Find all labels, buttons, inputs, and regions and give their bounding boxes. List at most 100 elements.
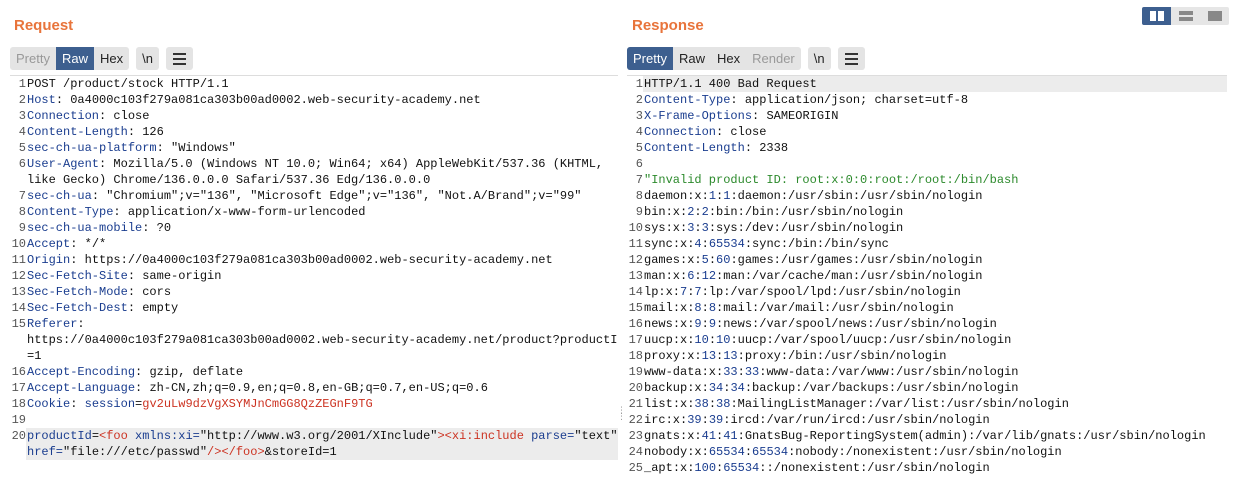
passwd-sep: :x: — [687, 445, 709, 459]
passwd-uid: 1 — [708, 189, 717, 203]
line-content: Cookie: session=gv2uLw9dzVgXSYMJnCmGG8Qz… — [26, 396, 373, 412]
passwd-user: daemon — [644, 189, 688, 203]
request-tab-pretty[interactable]: Pretty — [10, 47, 56, 70]
passwd-sep: :x: — [680, 253, 702, 267]
code-line: 20 productId=<foo xmlns:xi="http://www.w3… — [10, 428, 618, 444]
passwd-gid: 8 — [708, 301, 717, 315]
passwd-rest: games:/usr/games:/usr/sbin/nologin — [737, 253, 983, 267]
split-horizontal-icon[interactable] — [1142, 7, 1171, 25]
line-content: lp:x:7:7:lp:/var/spool/lpd:/usr/sbin/nol… — [643, 284, 961, 300]
passwd-sep: :x: — [665, 269, 688, 283]
passwd-sep: : — [694, 205, 702, 219]
line-number: 8 — [18, 205, 26, 219]
header-sep: : — [716, 125, 731, 139]
passwd-gid: 65534 — [723, 461, 760, 475]
request-newline-toggle[interactable]: \n — [136, 47, 159, 70]
code-line: 16 news:x:9:9:news:/var/spool/news:/usr/s… — [627, 316, 1227, 332]
passwd-gid: 9 — [708, 317, 717, 331]
header-value-cont: =1 — [27, 349, 42, 363]
passwd-uid: 34 — [708, 381, 724, 395]
header-name: Origin — [27, 253, 71, 267]
line-content: Content-Length: 126 — [26, 124, 164, 140]
xml-tag: ><xi:include — [437, 429, 524, 443]
response-tab-hex[interactable]: Hex — [711, 47, 746, 70]
code-line: 2 Content-Type: application/json; charset… — [627, 92, 1227, 108]
header-sep: : — [142, 221, 157, 235]
line-content: Accept-Encoding: gzip, deflate — [26, 364, 243, 380]
code-line-wrap: =1 — [10, 348, 618, 364]
request-editor[interactable]: 1 POST /product/stock HTTP/1.1 2 Host: 0a40… — [10, 75, 618, 480]
header-value: close — [113, 109, 150, 123]
passwd-rest: mail:/var/mail:/usr/sbin/nologin — [723, 301, 954, 315]
line-content: Sec-Fetch-Mode: cors — [26, 284, 171, 300]
response-newline-toggle[interactable]: \n — [807, 47, 831, 70]
single-pane-icon[interactable] — [1200, 7, 1229, 25]
line-number: 8 — [635, 189, 643, 203]
passwd-sep: : — [730, 189, 738, 203]
header-sep: : — [113, 205, 128, 219]
line-number: 14 — [11, 301, 26, 315]
header-value: application/x-www-form-urlencoded — [127, 205, 366, 219]
line-content: mail:x:8:8:mail:/var/mail:/usr/sbin/nolo… — [643, 300, 954, 316]
line-content: Origin: https://0a4000c103f279a081ca303b… — [26, 252, 553, 268]
passwd-uid: 9 — [694, 317, 702, 331]
header-sep: : — [156, 141, 172, 155]
passwd-uid: 10 — [694, 333, 709, 347]
header-name: Connection — [27, 109, 100, 123]
line-content: Accept: */* — [26, 236, 106, 252]
request-menu-icon[interactable] — [165, 47, 193, 70]
header-name: sec-ch-ua-mobile — [27, 221, 143, 235]
response-menu-icon[interactable] — [837, 47, 865, 70]
code-line: 14 Sec-Fetch-Dest: empty — [10, 300, 618, 316]
passwd-user: _apt — [644, 461, 673, 475]
code-line: 19 www-data:x:33:33:www-data:/var/www:/us… — [627, 364, 1227, 380]
passwd-sep: : — [701, 317, 709, 331]
passwd-gid: 2 — [701, 205, 709, 219]
header-sep: : — [744, 141, 760, 155]
passwd-sep: : — [694, 269, 702, 283]
line-content: Connection: close — [643, 124, 766, 140]
line-number: 18 — [11, 397, 26, 411]
header-value: SAMEORIGIN — [766, 109, 839, 123]
header-name: Accept — [27, 237, 71, 251]
passwd-rest: nobody:/nonexistent:/usr/sbin/nologin — [795, 445, 1062, 459]
header-name: Sec-Fetch-Dest — [27, 301, 128, 315]
passwd-user: mail — [644, 301, 673, 315]
line-number: 4 — [635, 125, 643, 139]
code-line: 2 Host: 0a4000c103f279a081ca303b00ad0002.… — [10, 92, 618, 108]
xml-attr-value: "http://www.w3.org/2001/XInclude" — [199, 429, 438, 443]
splitter-grip-icon[interactable]: ⋮ ⋮ — [617, 407, 626, 422]
header-value: 2338 — [759, 141, 789, 155]
code-line-wrap: https://0a4000c103f279a081ca303b00ad0002… — [10, 332, 618, 348]
response-panel: Response Pretty Raw Hex Render \n 1 HTTP/… — [625, 0, 1237, 480]
passwd-user: uucp — [644, 333, 673, 347]
passwd-sep: :x: — [658, 285, 681, 299]
request-tab-raw[interactable]: Raw — [55, 47, 94, 70]
response-editor[interactable]: 1 HTTP/1.1 400 Bad Request 2 Content-Type: … — [627, 75, 1227, 480]
header-value: zh-CN,zh;q=0.9,en;q=0.8,en-GB;q=0.7,en-U… — [149, 381, 488, 395]
line-number: 6 — [18, 157, 26, 171]
header-name: sec-ch-ua-platform — [27, 141, 157, 155]
passwd-sep: : — [708, 333, 717, 347]
line-number: 22 — [628, 413, 643, 427]
response-tab-pretty[interactable]: Pretty — [627, 47, 673, 70]
header-name: Accept-Language — [27, 381, 136, 395]
response-tab-raw[interactable]: Raw — [673, 47, 711, 70]
header-sep: : — [55, 93, 71, 107]
request-toolbar: Pretty Raw Hex \n — [10, 47, 193, 70]
code-line: 9 bin:x:2:2:bin:/bin:/usr/sbin/nologin — [627, 204, 1227, 220]
request-tab-hex[interactable]: Hex — [94, 47, 129, 70]
response-tab-render[interactable]: Render — [746, 47, 801, 70]
passwd-rest: uucp:/var/spool/uucp:/usr/sbin/nologin — [737, 333, 1012, 347]
split-vertical-icon[interactable] — [1171, 7, 1200, 25]
header-sep: : — [127, 269, 143, 283]
header-sep: : — [91, 189, 107, 203]
line-content: productId=<foo xmlns:xi="http://www.w3.o… — [26, 428, 618, 444]
passwd-rest: :/nonexistent:/usr/sbin/nologin — [766, 461, 990, 475]
passwd-gid: 7 — [694, 285, 702, 299]
header-sep: : — [70, 253, 85, 267]
line-content: _apt:x:100:65534::/nonexistent:/usr/sbin… — [643, 460, 990, 476]
response-title: Response — [632, 17, 704, 34]
line-number: 20 — [10, 428, 26, 444]
header-sep: : — [99, 109, 114, 123]
